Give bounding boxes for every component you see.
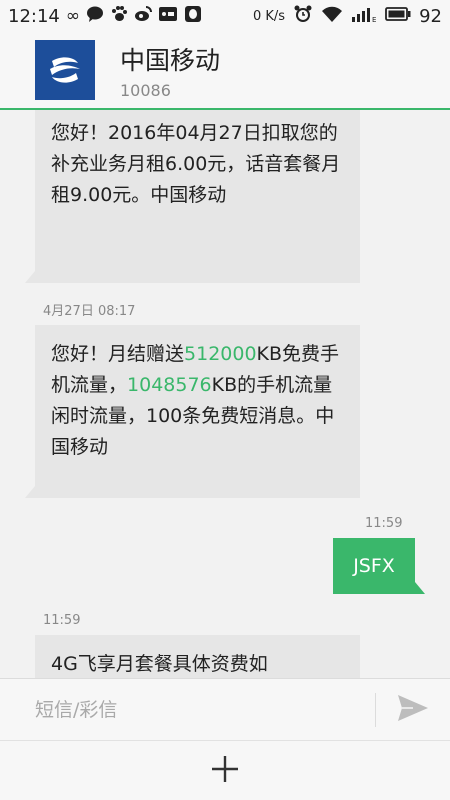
conversation-header: 中国移动 10086 (0, 32, 450, 110)
message-timestamp: 11:59 (365, 516, 403, 531)
message-text: 4G飞享月套餐具体资费如 (51, 653, 268, 675)
incoming-message-bubble[interactable]: 4G飞享月套餐具体资费如 (35, 635, 360, 678)
qq-icon (184, 5, 202, 28)
message-timestamp: 11:59 (43, 613, 81, 628)
svg-text:E: E (372, 16, 376, 23)
incoming-message-bubble[interactable]: 您好！2016年04月27日扣取您的补充业务月租6.00元，话音套餐月租9.00… (25, 110, 360, 283)
contact-number: 10086 (120, 80, 171, 100)
send-icon (397, 694, 429, 726)
message-link[interactable]: 512000 (184, 343, 257, 365)
outgoing-message-bubble[interactable]: JSFX (333, 538, 425, 594)
add-attachment-button[interactable] (210, 754, 240, 788)
compose-bar (0, 678, 450, 740)
message-text: JSFX (353, 555, 395, 577)
status-time: 12:14 (8, 5, 60, 27)
infinity-icon: ∞ (65, 5, 81, 26)
weibo-icon (134, 5, 153, 28)
network-speed: 0 K/s (253, 8, 286, 24)
bottom-action-bar (0, 740, 450, 800)
status-bar: 12:14 ∞ 0 K/s E 92 (0, 0, 450, 32)
message-input[interactable] (0, 679, 375, 740)
china-mobile-logo[interactable] (35, 40, 95, 100)
battery-level: 92 (419, 5, 442, 27)
message-text: 您好！2016年04月27日扣取您的补充业务月租6.00元，话音套餐月租9.00… (51, 122, 341, 206)
incoming-message-bubble[interactable]: 您好！月结赠送512000KB免费手机流量，1048576KB的手机流量闲时流量… (25, 325, 360, 498)
paw-icon (110, 5, 128, 28)
chat-bubble-icon (86, 5, 104, 28)
sd-card-icon (158, 6, 178, 27)
wifi-icon (321, 5, 343, 28)
contact-name: 中国移动 (120, 45, 221, 75)
plus-icon (212, 755, 238, 782)
bubble-tail (415, 582, 425, 594)
send-button[interactable] (376, 679, 450, 740)
alarm-icon (293, 4, 313, 29)
signal-icon: E (351, 5, 377, 28)
message-link[interactable]: 1048576 (127, 374, 212, 396)
message-timestamp: 4月27日 08:17 (43, 304, 136, 319)
message-text-part: 您好！月结赠送 (51, 343, 185, 365)
bubble-tail (25, 271, 35, 283)
battery-icon (385, 6, 411, 27)
message-thread[interactable]: 您好！2016年04月27日扣取您的补充业务月租6.00元，话音套餐月租9.00… (0, 110, 450, 678)
bubble-tail (25, 486, 35, 498)
